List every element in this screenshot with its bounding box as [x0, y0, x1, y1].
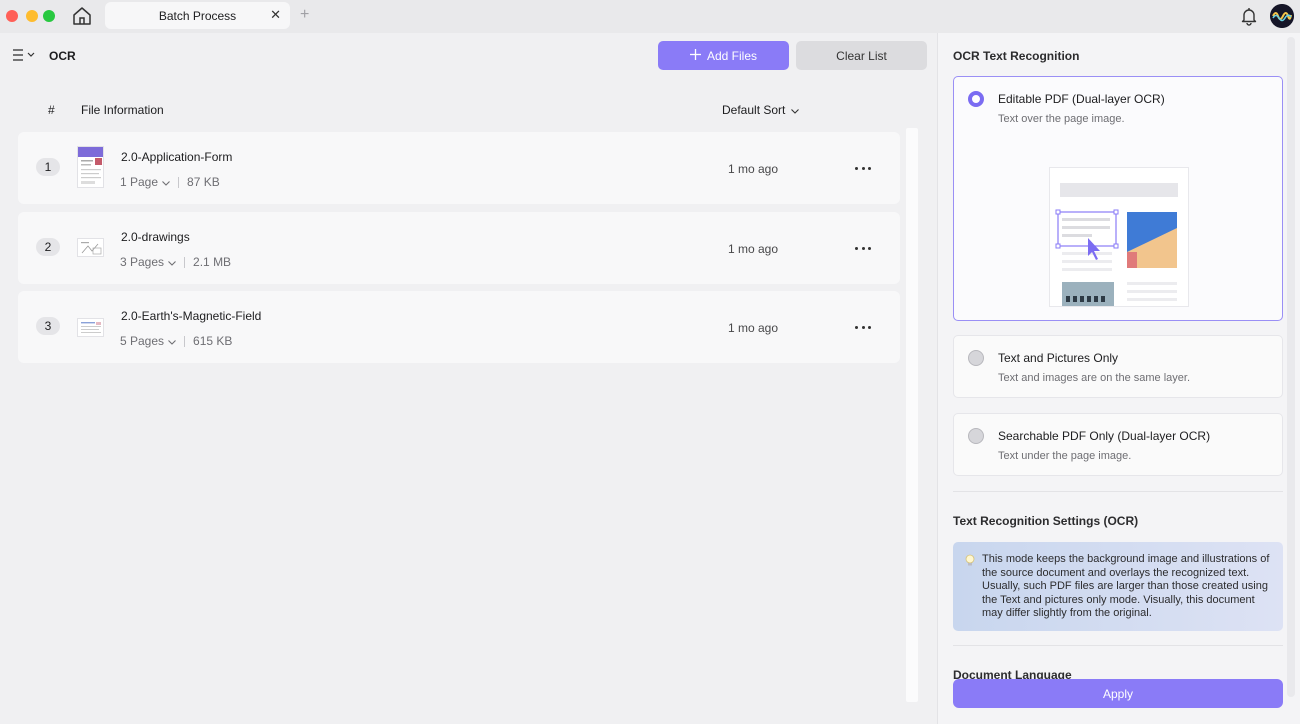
lightbulb-icon [965, 554, 975, 570]
option-title: Editable PDF (Dual-layer OCR) [998, 92, 1165, 106]
file-time: 1 mo ago [728, 321, 779, 335]
option-description: Text and images are on the same layer. [998, 372, 1190, 384]
divider [184, 256, 186, 268]
new-tab-icon[interactable]: + [300, 6, 309, 24]
menu-icon[interactable] [12, 47, 38, 63]
chevron-down-icon [168, 334, 176, 348]
minimize-window-button[interactable] [26, 10, 38, 22]
option-text-and-pictures[interactable]: Text and Pictures Only Text and images a… [953, 335, 1283, 398]
table-row[interactable]: 1 2.0-Application-Form 1 Page 87 KB 1 mo… [18, 132, 900, 204]
page-title: OCR [49, 49, 76, 63]
chevron-down-icon [168, 255, 176, 269]
table-row[interactable]: 2 2.0-drawings 3 Pages 2.1 MB 1 mo ago [18, 212, 900, 284]
file-list-panel: OCR Add Files Clear List # File Informat… [0, 33, 934, 724]
plus-icon [689, 48, 701, 63]
page-count: 3 Pages [120, 255, 165, 269]
settings-scrollbar[interactable] [1287, 37, 1295, 697]
option-title: Searchable PDF Only (Dual-layer OCR) [998, 429, 1211, 443]
file-thumbnail [77, 318, 104, 337]
column-header-file-info: File Information [81, 103, 164, 117]
avatar[interactable] [1270, 4, 1294, 28]
option-description: Text under the page image. [998, 450, 1132, 462]
option-searchable-pdf[interactable]: Searchable PDF Only (Dual-layer OCR) Tex… [953, 413, 1283, 476]
radio-searchable-pdf[interactable] [968, 428, 984, 444]
row-number: 2 [36, 238, 60, 256]
file-meta: 5 Pages 615 KB [120, 334, 232, 348]
file-size: 2.1 MB [193, 255, 232, 269]
chevron-down-icon [162, 175, 170, 189]
recognition-settings-title: Text Recognition Settings (OCR) [953, 514, 1139, 528]
divider [953, 491, 1283, 492]
radio-text-and-pictures[interactable] [968, 350, 984, 366]
add-files-label: Add Files [706, 48, 758, 63]
file-name: 2.0-Earth's-Magnetic-Field [121, 309, 262, 323]
file-meta: 1 Page 87 KB [120, 175, 220, 189]
column-header-number: # [48, 103, 55, 117]
file-size: 615 KB [193, 334, 233, 348]
page-count: 1 Page [120, 175, 159, 189]
file-size: 87 KB [187, 175, 220, 189]
file-time: 1 mo ago [728, 242, 779, 256]
ocr-section-title: OCR Text Recognition [953, 49, 1080, 63]
file-meta: 3 Pages 2.1 MB [120, 255, 231, 269]
sort-dropdown[interactable]: Default Sort [722, 103, 800, 117]
divider [184, 335, 186, 347]
option-description: Text over the page image. [998, 113, 1125, 125]
file-thumbnail [77, 238, 104, 257]
ocr-settings-panel: OCR Text Recognition Editable PDF (Dual-… [937, 33, 1300, 724]
close-window-button[interactable] [6, 10, 18, 22]
radio-editable-pdf[interactable] [968, 91, 984, 107]
tab-batch-process[interactable]: Batch Process ✕ [105, 2, 290, 29]
bell-icon[interactable] [1239, 6, 1259, 26]
sort-label: Default Sort [722, 103, 786, 117]
page-count-dropdown[interactable]: 5 Pages [120, 334, 176, 348]
option-title: Text and Pictures Only [998, 351, 1119, 365]
zoom-window-button[interactable] [43, 10, 55, 22]
file-thumbnail [77, 146, 104, 188]
editable-pdf-illustration [1049, 167, 1189, 307]
info-text: This mode keeps the background image and… [982, 553, 1270, 619]
add-files-button[interactable]: Add Files [658, 41, 789, 70]
page-count-dropdown[interactable]: 1 Page [120, 175, 170, 189]
apply-button[interactable]: Apply [953, 679, 1283, 708]
page-count-dropdown[interactable]: 3 Pages [120, 255, 176, 269]
tab-title: Batch Process [158, 9, 237, 23]
option-editable-pdf[interactable]: Editable PDF (Dual-layer OCR) Text over … [953, 76, 1283, 321]
more-options-icon[interactable] [855, 321, 871, 333]
file-name: 2.0-Application-Form [121, 150, 233, 164]
file-list-scrollbar[interactable] [906, 128, 918, 702]
file-name: 2.0-drawings [121, 230, 190, 244]
row-number: 1 [36, 158, 60, 176]
divider [178, 176, 180, 188]
more-options-icon[interactable] [855, 162, 871, 174]
table-row[interactable]: 3 2.0-Earth's-Magnetic-Field 5 Pages 615… [18, 291, 900, 363]
info-box: This mode keeps the background image and… [953, 542, 1283, 631]
divider [953, 645, 1283, 646]
row-number: 3 [36, 317, 60, 335]
home-icon[interactable] [71, 6, 93, 26]
tab-close-icon[interactable]: ✕ [270, 7, 281, 23]
chevron-down-icon [791, 103, 800, 117]
page-count: 5 Pages [120, 334, 165, 348]
clear-list-button[interactable]: Clear List [796, 41, 927, 70]
title-bar: Batch Process ✕ + [0, 0, 1300, 33]
file-time: 1 mo ago [728, 162, 779, 176]
more-options-icon[interactable] [855, 242, 871, 254]
